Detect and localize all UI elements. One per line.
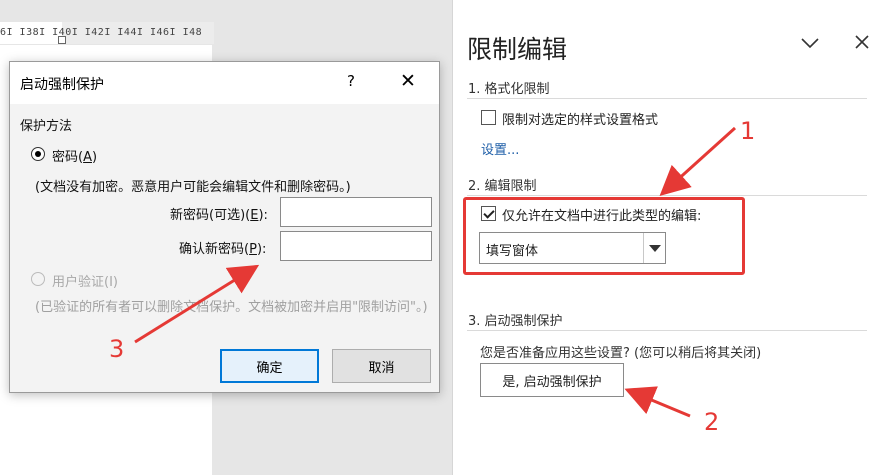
annotation-number-1: 1 — [740, 117, 756, 145]
chevron-down-icon[interactable] — [800, 34, 820, 55]
dialog-titlebar: 启动强制保护 ? ✕ — [10, 62, 439, 104]
limit-formatting-label[interactable]: 限制对选定的样式设置格式 — [502, 109, 658, 128]
confirm-password-field[interactable] — [280, 231, 432, 261]
help-icon[interactable]: ? — [347, 72, 355, 90]
horizontal-ruler: 6I I38I I40I I42I I44I I46I I48 — [0, 22, 214, 44]
new-password-field[interactable] — [280, 197, 432, 227]
highlight-box — [463, 197, 745, 275]
close-icon[interactable] — [854, 31, 870, 55]
user-auth-note: (已验证的所有者可以删除文档保护。文档被加密并启用"限制访问"。) — [35, 300, 428, 315]
section-divider — [467, 98, 867, 99]
dialog-title: 启动强制保护 — [20, 77, 104, 93]
enforcement-question: 您是否准备应用这些设置? (您可以稍后将其关闭) — [480, 346, 762, 361]
confirm-password-label: 确认新密码(P): — [179, 242, 267, 257]
password-radio-label[interactable]: 密码(A) — [52, 146, 97, 165]
arrow-2 — [624, 386, 691, 418]
editing-restrictions-heading: 2. 编辑限制 — [468, 179, 537, 194]
start-enforcement-button[interactable]: 是, 启动强制保护 — [480, 363, 624, 397]
password-radio[interactable] — [31, 147, 45, 161]
cancel-button[interactable]: 取消 — [332, 349, 431, 383]
formatting-restrictions-heading: 1. 格式化限制 — [468, 82, 550, 97]
start-enforcement-heading: 3. 启动强制保护 — [468, 314, 563, 329]
section-divider — [467, 330, 867, 331]
annotation-number-2: 2 — [704, 408, 720, 436]
settings-link[interactable]: 设置... — [481, 139, 519, 158]
enforce-protection-dialog: 启动强制保护 ? ✕ 保护方法 密码(A) (文档没有加密。恶意用户可能会编辑文… — [9, 61, 440, 393]
limit-formatting-checkbox[interactable] — [481, 110, 496, 125]
password-note: (文档没有加密。恶意用户可能会编辑文件和删除密码。) — [35, 180, 351, 195]
annotation-number-3: 3 — [109, 335, 125, 363]
user-auth-radio — [31, 272, 45, 286]
arrow-1 — [659, 126, 737, 197]
ruler-ticks: 6I I38I I40I I42I I44I I46I I48 — [0, 27, 203, 38]
pane-title: 限制编辑 — [467, 35, 568, 64]
ok-button[interactable]: 确定 — [220, 349, 319, 383]
protection-method-label: 保护方法 — [20, 119, 73, 134]
new-password-label: 新密码(可选)(E): — [170, 208, 268, 223]
section-divider — [467, 195, 867, 196]
user-auth-label: 用户验证(I) — [52, 275, 118, 290]
ruler-indent-marker[interactable] — [58, 36, 66, 44]
pane-divider — [452, 0, 453, 475]
close-icon[interactable]: ✕ — [400, 70, 416, 92]
